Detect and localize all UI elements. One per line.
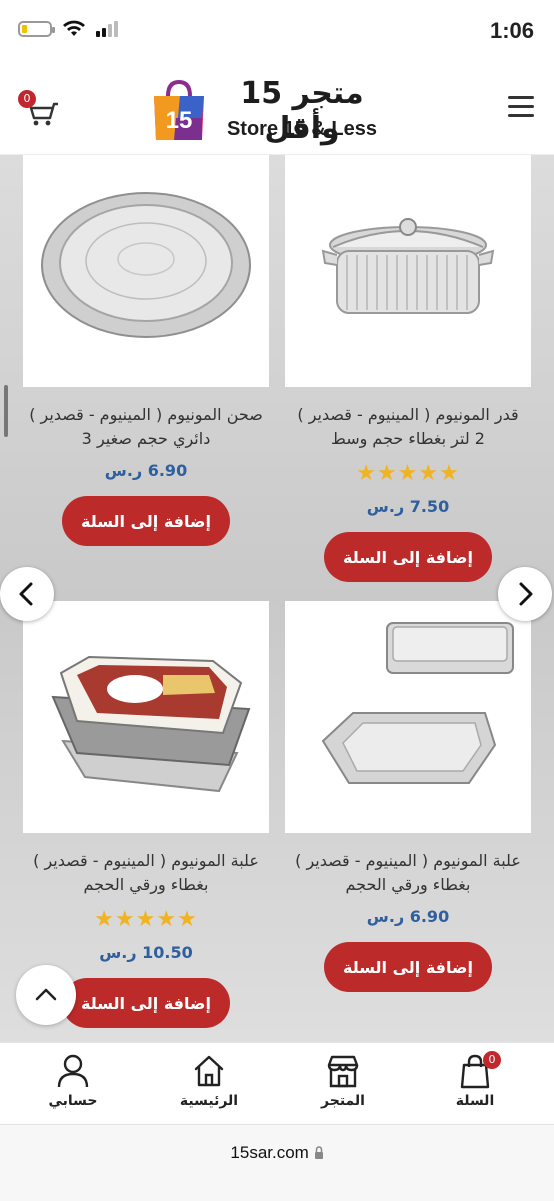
product-card[interactable]: صحن المونيوم ( المينيوم - قصدير ) دائري … [23, 155, 269, 546]
url-domain: 15sar.com [230, 1143, 309, 1162]
status-time: 1:06 [489, 18, 534, 43]
shopping-bag-logo-icon: 15 [154, 79, 204, 140]
cart-count-badge: 0 [18, 90, 36, 108]
store-icon [327, 1055, 359, 1088]
scroll-to-top-button[interactable] [16, 965, 76, 1025]
status-bar: 1:06 [0, 0, 554, 66]
product-title[interactable]: علبة المونيوم ( المينيوم - قصدير ) بغطاء… [285, 849, 531, 897]
rating-stars: ★★★★★ [94, 907, 198, 932]
nav-home[interactable]: الرئيسية [164, 1053, 254, 1109]
nav-store-label: المتجر [321, 1093, 365, 1109]
product-price: 10.50 ر.س [99, 943, 193, 962]
site-header: 0 15 متجر 15 وأقل Store 15 & Less [0, 66, 554, 155]
bottom-navigation: 0 السلة المتجر الرئيسية حسابي [0, 1042, 554, 1125]
signal-icon [96, 21, 118, 37]
status-icons [18, 20, 120, 38]
lock-icon [314, 1146, 323, 1159]
product-image-container[interactable] [285, 601, 531, 833]
wifi-icon [63, 20, 85, 36]
user-icon [57, 1054, 89, 1088]
nav-cart[interactable]: 0 السلة [430, 1051, 520, 1109]
product-image-foil-box[interactable] [23, 601, 269, 833]
product-card[interactable]: قدر المونيوم ( المينيوم - قصدير ) 2 لتر … [285, 155, 531, 582]
header-cart-button[interactable]: 0 [18, 90, 62, 128]
chevron-left-icon [19, 582, 33, 606]
store-logo[interactable]: 15 متجر 15 وأقل Store 15 & Less [150, 74, 400, 148]
scrollbar-thumb[interactable] [4, 385, 8, 437]
logo-bag-text: 15 [166, 107, 193, 134]
hamburger-menu-icon[interactable] [508, 96, 534, 118]
product-title[interactable]: صحن المونيوم ( المينيوم - قصدير ) دائري … [23, 403, 269, 451]
chevron-up-icon [35, 988, 57, 1001]
browser-url-bar[interactable]: 15sar.com [0, 1124, 554, 1201]
url-text[interactable]: 15sar.com [0, 1143, 554, 1163]
product-price: 6.90 ر.س [104, 461, 188, 480]
product-image-pot[interactable] [285, 155, 531, 387]
home-icon [194, 1055, 224, 1087]
product-image-plate[interactable] [23, 155, 269, 387]
nav-account[interactable]: حسابي [28, 1053, 118, 1109]
add-to-cart-button[interactable]: إضافة إلى السلة [324, 532, 492, 582]
product-card[interactable]: علبة المونيوم ( المينيوم - قصدير ) بغطاء… [23, 601, 269, 1028]
product-card[interactable]: علبة المونيوم ( المينيوم - قصدير ) بغطاء… [285, 601, 531, 992]
nav-cart-count-badge: 0 [483, 1051, 501, 1069]
nav-cart-label: السلة [455, 1093, 495, 1109]
chevron-right-icon [519, 582, 533, 606]
nav-account-label: حسابي [48, 1093, 98, 1109]
rating-stars: ★★★★★ [356, 461, 460, 486]
product-price: 7.50 ر.س [366, 497, 450, 516]
product-title[interactable]: علبة المونيوم ( المينيوم - قصدير ) بغطاء… [23, 849, 269, 897]
nav-home-label: الرئيسية [179, 1093, 239, 1109]
battery-icon [18, 21, 55, 37]
logo-english-text: Store 15 & Less [226, 118, 378, 140]
carousel-next-button[interactable] [498, 567, 552, 621]
product-grid: قدر المونيوم ( المينيوم - قصدير ) 2 لتر … [0, 155, 554, 1042]
product-price: 6.90 ر.س [366, 907, 450, 926]
nav-store[interactable]: المتجر [298, 1053, 388, 1109]
carousel-prev-button[interactable] [0, 567, 54, 621]
product-title[interactable]: قدر المونيوم ( المينيوم - قصدير ) 2 لتر … [285, 403, 531, 451]
add-to-cart-button[interactable]: إضافة إلى السلة [62, 978, 230, 1028]
add-to-cart-button[interactable]: إضافة إلى السلة [62, 496, 230, 546]
add-to-cart-button[interactable]: إضافة إلى السلة [324, 942, 492, 992]
